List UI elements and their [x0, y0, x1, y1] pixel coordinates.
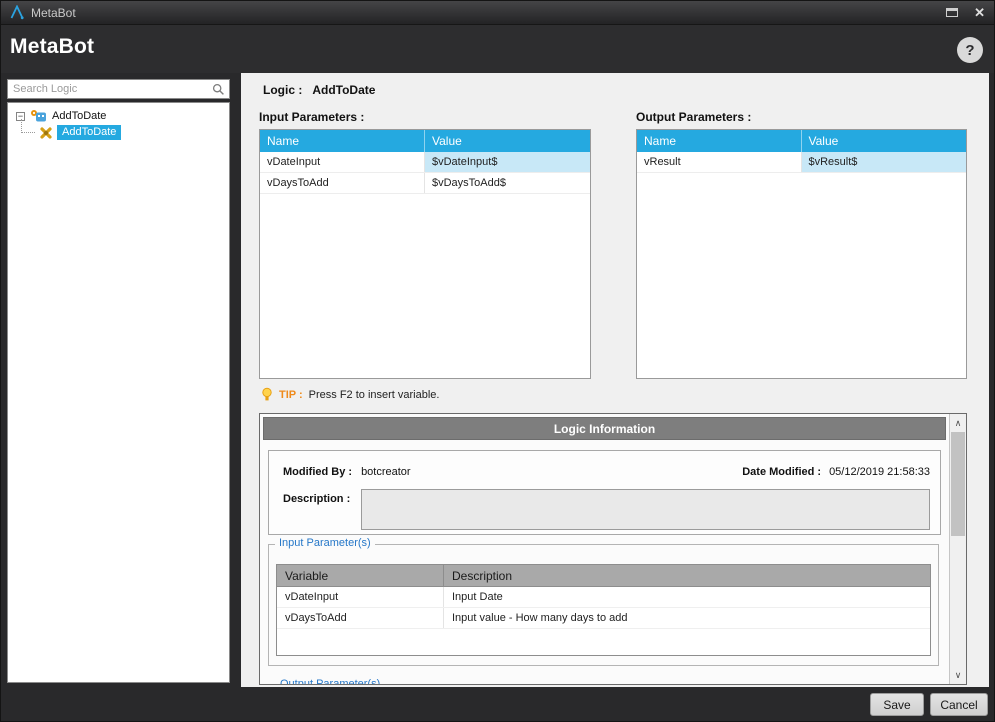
- logic-icon: [39, 126, 53, 140]
- table-row[interactable]: vResult $vResult$: [637, 152, 966, 173]
- input-parameters-table: Name Value vDateInput $vDateInput$ vDays…: [259, 129, 591, 379]
- cancel-button[interactable]: Cancel: [930, 693, 988, 716]
- param-value[interactable]: $vDateInput$: [425, 152, 590, 172]
- input-parameters-grid: Variable Description vDateInput Input Da…: [276, 564, 931, 656]
- table-row: vDateInput Input Date: [277, 587, 930, 608]
- param-name: vDateInput: [260, 152, 425, 172]
- output-parameters-section-legend: Output Parameter(s): [276, 678, 384, 685]
- help-icon[interactable]: ?: [957, 37, 983, 63]
- tree-node-root[interactable]: − AddToDate: [8, 103, 229, 123]
- date-modified-row: Date Modified : 05/12/2019 21:58:33: [742, 466, 930, 478]
- tip-text: Press F2 to insert variable.: [309, 389, 440, 401]
- minimize-icon[interactable]: [946, 8, 958, 17]
- tip-row: TIP : Press F2 to insert variable.: [261, 387, 439, 402]
- page-title: MetaBot: [10, 35, 94, 59]
- scrollbar-down-icon[interactable]: ∨: [950, 667, 966, 683]
- close-icon[interactable]: ✕: [974, 6, 985, 19]
- description-textarea[interactable]: [361, 489, 930, 530]
- variable-cell: vDateInput: [277, 587, 444, 607]
- window-controls: ✕: [946, 6, 985, 19]
- table-row: vDaysToAdd Input value - How many days t…: [277, 608, 930, 629]
- metabot-window: MetaBot ✕ MetaBot ? − AddToDate: [0, 0, 995, 722]
- column-header-description: Description: [444, 565, 930, 586]
- logic-name: AddToDate: [312, 83, 375, 97]
- output-parameters-table-header: Name Value: [637, 130, 966, 152]
- search-box: [7, 79, 230, 99]
- description-cell: Input Date: [444, 587, 930, 607]
- footer-bar: Save Cancel: [1, 687, 994, 721]
- logic-information-header: Logic Information: [263, 417, 946, 440]
- modified-by-value: botcreator: [361, 466, 411, 478]
- description-cell: Input value - How many days to add: [444, 608, 930, 628]
- date-modified-label: Date Modified :: [742, 466, 821, 478]
- output-parameters-table: Name Value vResult $vResult$: [636, 129, 967, 379]
- table-row[interactable]: vDateInput $vDateInput$: [260, 152, 590, 173]
- tree-node-child[interactable]: AddToDate: [30, 125, 229, 140]
- grid-header: Variable Description: [277, 565, 930, 587]
- tip-label: TIP :: [279, 389, 303, 401]
- scrollbar-thumb[interactable]: [951, 432, 965, 536]
- input-parameters-table-header: Name Value: [260, 130, 590, 152]
- app-logo-icon: [10, 5, 24, 20]
- modified-by-row: Modified By : botcreator: [283, 466, 411, 478]
- variable-cell: vDaysToAdd: [277, 608, 444, 628]
- date-modified-value: 05/12/2019 21:58:33: [829, 466, 930, 478]
- logic-information-content: Logic Information Modified By : botcreato…: [260, 414, 949, 684]
- window-title: MetaBot: [31, 6, 76, 20]
- app-header: MetaBot ?: [1, 25, 994, 73]
- column-header-value: Value: [802, 130, 967, 152]
- column-header-variable: Variable: [277, 565, 444, 586]
- scrollbar-up-icon[interactable]: ∧: [950, 415, 966, 431]
- logic-title-line: Logic : AddToDate: [263, 83, 375, 97]
- window-titlebar: MetaBot ✕: [1, 1, 994, 25]
- input-parameters-section-legend: Input Parameter(s): [275, 537, 375, 549]
- input-parameters-title: Input Parameters :: [259, 110, 364, 124]
- modified-by-label: Modified By :: [283, 466, 352, 478]
- table-row[interactable]: vDaysToAdd $vDaysToAdd$: [260, 173, 590, 194]
- tree-node-child-label-selected[interactable]: AddToDate: [57, 125, 121, 140]
- param-value[interactable]: $vDaysToAdd$: [425, 173, 590, 193]
- param-name: vResult: [637, 152, 802, 172]
- logic-information-panel: Logic Information Modified By : botcreato…: [259, 413, 967, 685]
- column-header-name: Name: [260, 130, 425, 152]
- output-parameters-title: Output Parameters :: [636, 110, 751, 124]
- logic-tree: − AddToDate AddToDate: [7, 102, 230, 683]
- column-header-name: Name: [637, 130, 802, 152]
- logic-metadata-box: Modified By : botcreator Date Modified : 0…: [268, 450, 941, 535]
- search-icon: [212, 83, 225, 96]
- logic-label: Logic :: [263, 83, 302, 97]
- lightbulb-icon: [261, 387, 273, 402]
- save-button[interactable]: Save: [870, 693, 924, 716]
- param-value[interactable]: $vResult$: [802, 152, 967, 172]
- tree-node-root-label: AddToDate: [52, 110, 106, 122]
- description-label: Description :: [283, 493, 350, 505]
- search-input[interactable]: [8, 83, 212, 95]
- tree-connector: [21, 119, 35, 133]
- column-header-value: Value: [425, 130, 590, 152]
- vertical-scrollbar[interactable]: ∧ ∨: [949, 414, 966, 684]
- input-parameters-section: Input Parameter(s) Variable Description …: [268, 544, 939, 666]
- main-panel: Logic : AddToDate Input Parameters : Outp…: [241, 73, 989, 689]
- param-name: vDaysToAdd: [260, 173, 425, 193]
